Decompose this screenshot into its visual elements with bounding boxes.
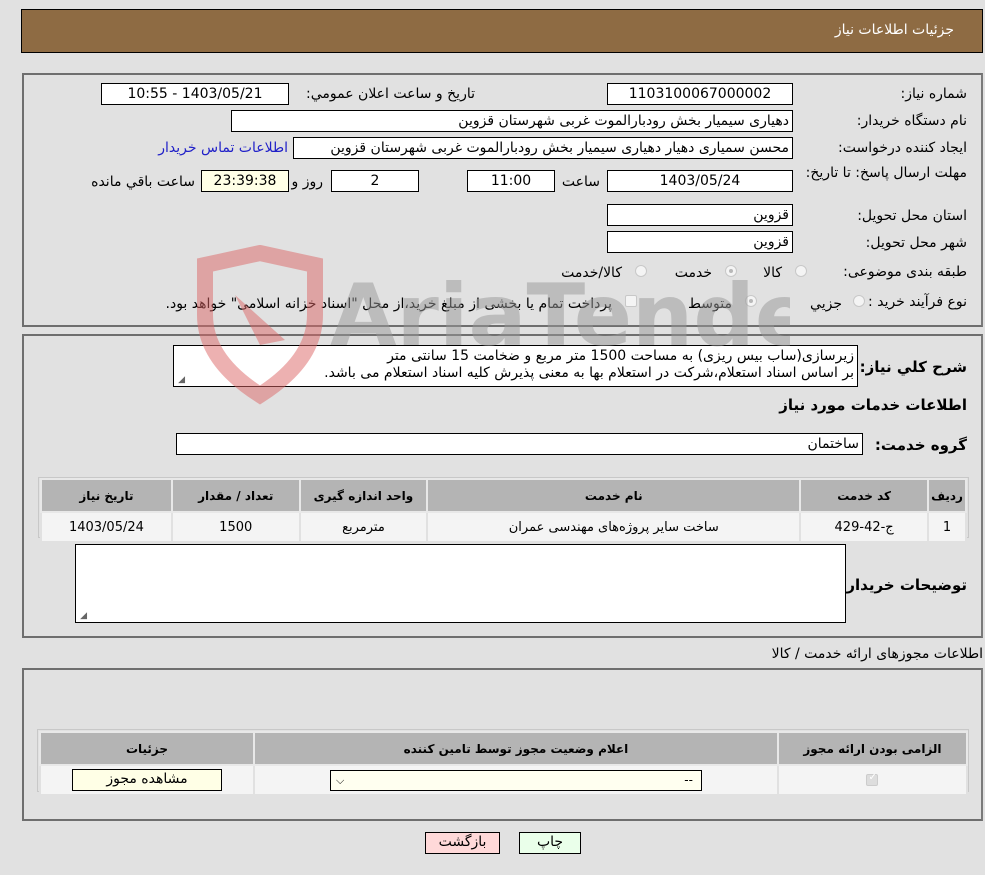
- chevron-down-icon: ⌵: [335, 773, 345, 787]
- service-group-field: ساختمان: [176, 433, 863, 455]
- process-radio-medium[interactable]: [745, 295, 757, 307]
- col-name: نام خدمت: [426, 478, 802, 513]
- category-radio-goods[interactable]: [795, 265, 807, 277]
- col-details: جزئیات: [39, 731, 255, 766]
- description-label: شرح کلي نیاز:: [859, 358, 967, 376]
- announce-field: 1403/05/21 - 10:55: [101, 83, 289, 105]
- description-line-1: زیرسازی(ساب بیس ریزی) به مساحت 1500 متر …: [387, 348, 854, 364]
- resize-grip-icon[interactable]: ◢: [79, 612, 87, 621]
- col-status: اعلام وضعیت مجوز توسط تامین کننده: [252, 731, 779, 766]
- province-label: استان محل تحویل:: [857, 208, 967, 224]
- table-row: ✓ -- ⌵ مشاهده مجوز: [39, 764, 969, 796]
- category-radio-service[interactable]: [725, 265, 737, 277]
- city-label: شهر محل تحویل:: [865, 235, 967, 251]
- category-service-label: خدمت: [674, 265, 712, 281]
- col-date: تاریخ نیاز: [40, 478, 173, 513]
- cell-code: ج-42-429: [799, 511, 930, 543]
- category-goods-service-label: کالا/خدمت: [561, 265, 622, 281]
- remaining-label: ساعت باقي مانده: [91, 174, 195, 190]
- col-unit: واحد اندازه گیری: [298, 478, 429, 513]
- creator-field: محسن سمیاری دهیار دهیاری سیمیار بخش رودب…: [293, 137, 793, 159]
- need-number-label: شماره نیاز:: [900, 86, 968, 102]
- process-minor-label: جزيي: [810, 296, 842, 312]
- back-button[interactable]: بازگشت: [425, 832, 500, 854]
- cell-status: -- ⌵: [252, 764, 779, 796]
- license-status-value: --: [684, 772, 693, 787]
- deadline-time-label: ساعت: [561, 174, 600, 190]
- page-title: جزئیات اطلاعات نیاز: [834, 22, 954, 38]
- deadline-date-field: 1403/05/24: [607, 170, 793, 192]
- category-goods-label: کالا: [763, 265, 782, 281]
- treasury-checkbox[interactable]: [625, 295, 637, 307]
- services-section-title: اطلاعات خدمات مورد نیاز: [779, 396, 967, 414]
- licenses-table-header: الزامی بودن ارائه مجوز اعلام وضعیت مجوز …: [39, 731, 969, 766]
- license-status-select[interactable]: -- ⌵: [329, 769, 702, 791]
- col-required: الزامی بودن ارائه مجوز: [776, 731, 969, 766]
- description-textarea[interactable]: زیرسازی(ساب بیس ریزی) به مساحت 1500 متر …: [173, 345, 858, 387]
- check-icon: ✓: [868, 772, 877, 783]
- col-index: ردیف: [927, 478, 967, 513]
- buyer-org-field: دهیاری سیمیار بخش رودبارالموت غربی شهرست…: [231, 110, 793, 132]
- service-group-label: گروه خدمت:: [874, 436, 967, 454]
- col-qty: تعداد / مقدار: [170, 478, 301, 513]
- licenses-section-title: اطلاعات مجوزهای ارائه خدمت / کالا: [771, 646, 983, 662]
- process-radio-minor[interactable]: [853, 295, 865, 307]
- city-field: قزوین: [607, 231, 793, 253]
- required-checkbox[interactable]: ✓: [866, 772, 879, 786]
- category-label: طبقه بندی موضوعی:: [843, 264, 967, 280]
- col-code: کد خدمت: [799, 478, 930, 513]
- creator-label: ایجاد کننده درخواست:: [838, 140, 967, 156]
- cell-details: مشاهده مجوز: [39, 764, 255, 796]
- province-field: قزوین: [607, 204, 793, 226]
- deadline-label: مهلت ارسال پاسخ: تا تاریخ:: [805, 165, 967, 181]
- treasury-note: پرداخت تمام یا بخشی از مبلغ خرید،از محل …: [165, 296, 612, 312]
- description-line-2: بر اساس اسناد استعلام،شرکت در استعلام به…: [324, 365, 854, 381]
- services-table-header: ردیف کد خدمت نام خدمت واحد اندازه گیری ت…: [40, 478, 967, 513]
- cell-unit: مترمربع: [298, 511, 429, 543]
- services-table: ردیف کد خدمت نام خدمت واحد اندازه گیری ت…: [40, 478, 967, 543]
- buyer-org-label: نام دستگاه خریدار:: [856, 113, 967, 129]
- remaining-time-field: 23:39:38: [201, 170, 289, 192]
- cell-name: ساخت سایر پروژه‌های مهندسی عمران: [426, 511, 802, 543]
- buyer-notes-textarea[interactable]: ◢: [75, 544, 846, 623]
- view-license-button[interactable]: مشاهده مجوز: [71, 769, 222, 791]
- cell-date: 1403/05/24: [40, 511, 173, 543]
- deadline-time-field: 11:00: [467, 170, 555, 192]
- cell-qty: 1500: [170, 511, 301, 543]
- category-radio-goods-service[interactable]: [635, 265, 647, 277]
- days-field: 2: [331, 170, 419, 192]
- cell-index: 1: [927, 511, 967, 543]
- page-header: جزئیات اطلاعات نیاز: [21, 9, 983, 53]
- print-button[interactable]: چاپ: [519, 832, 581, 854]
- process-medium-label: متوسط: [688, 296, 732, 312]
- table-row: 1 ج-42-429 ساخت سایر پروژه‌های مهندسی عم…: [40, 511, 967, 543]
- process-label: نوع فرآیند خرید :: [868, 294, 967, 310]
- licenses-table: الزامی بودن ارائه مجوز اعلام وضعیت مجوز …: [39, 731, 969, 796]
- announce-label: تاریخ و ساعت اعلان عمومي:: [306, 86, 475, 102]
- days-label: روز و: [291, 174, 324, 190]
- buyer-contact-link[interactable]: اطلاعات تماس خریدار: [158, 140, 288, 156]
- buyer-notes-label: توضیحات خریدار:: [840, 576, 967, 594]
- resize-grip-icon[interactable]: ◢: [177, 376, 185, 385]
- need-number-field: 1103100067000002: [607, 83, 793, 105]
- cell-required: ✓: [776, 764, 969, 796]
